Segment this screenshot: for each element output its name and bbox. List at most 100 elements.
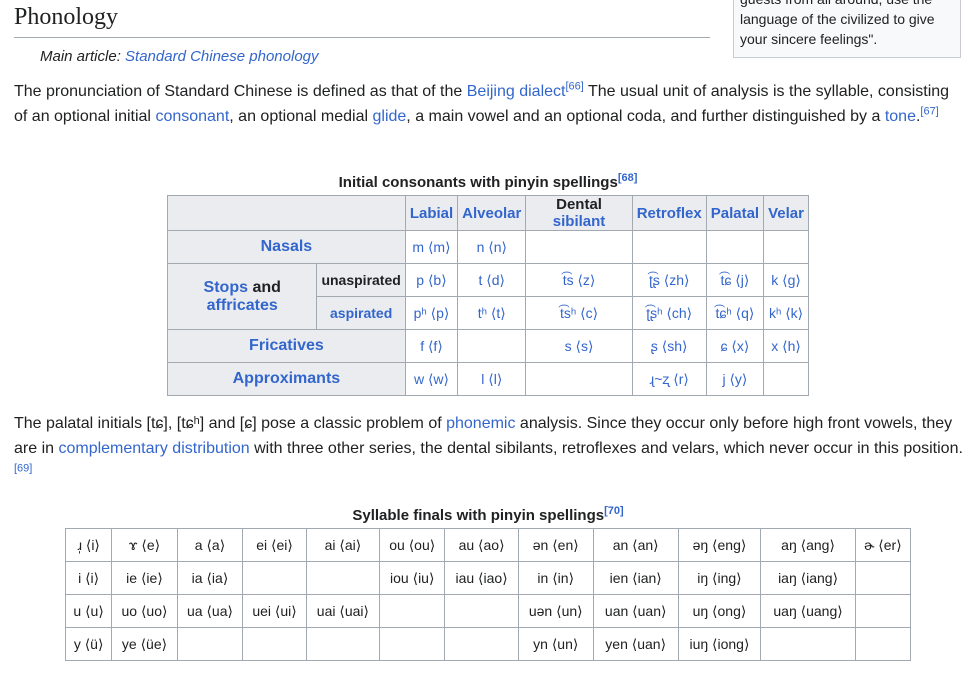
ipa-link[interactable]: f ⟨f⟩	[420, 338, 443, 354]
cell	[305, 561, 380, 595]
ipa-link[interactable]: t͡sʰ ⟨c⟩	[560, 305, 598, 321]
ipa-link[interactable]: p ⟨b⟩	[416, 272, 446, 288]
ipa-link[interactable]: pʰ ⟨p⟩	[414, 305, 450, 321]
cell	[760, 627, 856, 661]
main-article-link[interactable]: Standard Chinese phonology	[125, 48, 318, 65]
cell: t͡ɕʰ ⟨q⟩	[705, 296, 765, 330]
reference-67[interactable]: [67]	[920, 106, 938, 118]
cell: ʈ͡ʂʰ ⟨ch⟩	[631, 296, 707, 330]
complementary-distribution-link[interactable]: complementary distribution	[58, 440, 249, 457]
cell: t͡ɕ ⟨j⟩	[705, 263, 765, 297]
quote-line: guests from all around, use the	[740, 0, 954, 9]
cell: ua ⟨ua⟩	[176, 594, 244, 628]
header-labial[interactable]: Labial	[404, 195, 459, 231]
cell	[525, 362, 633, 396]
caption-text: Initial consonants with pinyin spellings	[338, 174, 618, 191]
consonant-link[interactable]: consonant	[155, 108, 229, 125]
cell: ie ⟨ie⟩	[111, 561, 178, 595]
cell: ɤ ⟨e⟩	[111, 528, 178, 562]
subheader-aspirated[interactable]: aspirated	[316, 296, 406, 330]
subheader-unaspirated: unaspirated	[316, 263, 406, 297]
cell: ɚ ⟨er⟩	[854, 528, 912, 562]
header-velar[interactable]: Velar	[763, 195, 809, 231]
tone-link[interactable]: tone	[885, 108, 916, 125]
header-alveolar[interactable]: Alveolar	[457, 195, 527, 231]
row-header-stops-affricates: Stops and affricates	[166, 263, 318, 330]
phonemic-link[interactable]: phonemic	[446, 415, 515, 432]
ipa-link[interactable]: ɻ~ʐ ⟨r⟩	[650, 371, 689, 387]
reference-68[interactable]: [68]	[618, 172, 638, 184]
cell: yn ⟨un⟩	[517, 627, 594, 661]
row-label[interactable]: Nasals	[261, 238, 313, 255]
ipa-link[interactable]: ʂ ⟨sh⟩	[651, 338, 688, 354]
ipa-link[interactable]: t ⟨d⟩	[479, 272, 506, 288]
ipa-link[interactable]: j ⟨y⟩	[722, 371, 747, 387]
ipa-link[interactable]: ʈ͡ʂʰ ⟨ch⟩	[646, 305, 692, 321]
ipa-link[interactable]: s ⟨s⟩	[565, 338, 594, 354]
ipa-link[interactable]: ɕ ⟨x⟩	[721, 338, 750, 354]
header-retroflex[interactable]: Retroflex	[631, 195, 707, 231]
cell	[444, 594, 519, 628]
header-label[interactable]: Retroflex	[637, 205, 702, 222]
cell: a ⟨a⟩	[176, 528, 244, 562]
stops-link[interactable]: Stops	[204, 279, 248, 296]
ipa-link[interactable]: ʈ͡ʂ ⟨zh⟩	[649, 272, 690, 288]
ipa-link[interactable]: t͡s ⟨z⟩	[563, 272, 596, 288]
section-heading: Phonology	[14, 2, 710, 38]
ipa-link[interactable]: tʰ ⟨t⟩	[478, 305, 506, 321]
reference-66[interactable]: [66]	[565, 81, 583, 93]
cell: aŋ ⟨ang⟩	[760, 528, 856, 562]
beijing-dialect-link[interactable]: Beijing dialect	[467, 83, 566, 100]
text: and	[248, 278, 281, 296]
reference-69[interactable]: [69]	[14, 463, 32, 475]
text: , an optional medial	[229, 108, 373, 125]
text: , a main vowel and an optional coda, and…	[406, 108, 885, 125]
ipa-link[interactable]: t͡ɕ ⟨j⟩	[721, 272, 750, 288]
cell: tʰ ⟨t⟩	[457, 296, 527, 330]
row-label[interactable]: Fricatives	[249, 337, 324, 354]
row-header-fricatives[interactable]: Fricatives	[167, 329, 406, 363]
reference-70[interactable]: [70]	[604, 505, 624, 517]
sibilant-link[interactable]: sibilant	[553, 213, 606, 230]
header-label[interactable]: Alveolar	[462, 205, 521, 222]
caption-text: Syllable finals with pinyin spellings	[352, 507, 605, 524]
ipa-link[interactable]: kʰ ⟨k⟩	[769, 305, 803, 321]
header-label[interactable]: Labial	[410, 205, 453, 222]
quote-box: guests from all around, use the language…	[733, 0, 961, 58]
cell: m ⟨m⟩	[404, 230, 459, 264]
row-header-nasals[interactable]: Nasals	[167, 230, 406, 264]
cell: ei ⟨ei⟩	[242, 528, 307, 562]
ipa-link[interactable]: x ⟨h⟩	[771, 338, 801, 354]
ipa-link[interactable]: n ⟨n⟩	[477, 239, 507, 255]
header-label[interactable]: Palatal	[711, 205, 759, 222]
cell: u ⟨u⟩	[64, 594, 113, 628]
corner-header	[167, 195, 406, 231]
aspirated-link[interactable]: aspirated	[330, 305, 392, 321]
header-label[interactable]: Velar	[768, 205, 804, 222]
ipa-link[interactable]: m ⟨m⟩	[412, 239, 450, 255]
glide-link[interactable]: glide	[372, 108, 406, 125]
text: The pronunciation of Standard Chinese is…	[14, 83, 467, 100]
row-label[interactable]: Approximants	[233, 370, 341, 387]
cell: pʰ ⟨p⟩	[404, 296, 459, 330]
text: with three other series, the dental sibi…	[249, 440, 963, 457]
ipa-link[interactable]: k ⟨g⟩	[771, 272, 801, 288]
cell: k ⟨g⟩	[763, 263, 809, 297]
cell: x ⟨h⟩	[763, 329, 809, 363]
ipa-link[interactable]: l ⟨l⟩	[481, 371, 502, 387]
cell	[305, 627, 380, 661]
cell: ou ⟨ou⟩	[378, 528, 446, 562]
cell: t͡sʰ ⟨c⟩	[525, 296, 633, 330]
header-palatal[interactable]: Palatal	[705, 195, 765, 231]
ipa-link[interactable]: t͡ɕʰ ⟨q⟩	[715, 305, 754, 321]
affricates-link[interactable]: affricates	[207, 297, 278, 314]
row-header-approximants[interactable]: Approximants	[167, 362, 406, 396]
row-label: unaspirated	[321, 272, 401, 288]
cell: uai ⟨uai⟩	[305, 594, 380, 628]
cell: y ⟨ü⟩	[64, 627, 113, 661]
ipa-link[interactable]: w ⟨w⟩	[414, 371, 449, 387]
cell: ien ⟨ian⟩	[592, 561, 679, 595]
cell: w ⟨w⟩	[404, 362, 459, 396]
cell: uo ⟨uo⟩	[111, 594, 178, 628]
cell: in ⟨in⟩	[517, 561, 594, 595]
